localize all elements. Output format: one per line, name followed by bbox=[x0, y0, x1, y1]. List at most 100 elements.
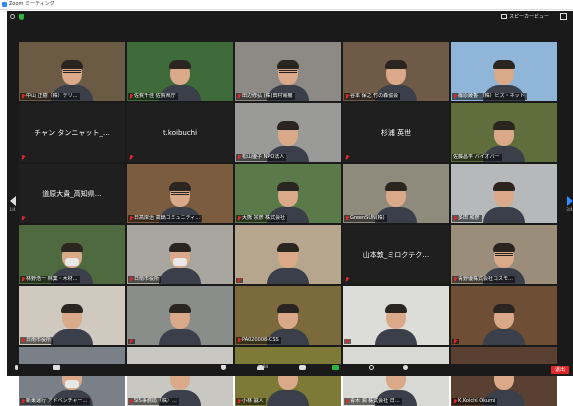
participant-label: 多田 和彦 bbox=[452, 215, 482, 222]
participant-tile[interactable]: 小林 誠人 bbox=[235, 347, 341, 406]
meeting-window: スピーカービュー 1/4 3/4 中山 正樹（株）テリ… 佐賀千佳 佐賀県庁 田辺修… bbox=[7, 11, 573, 406]
speaker-view-label: スピーカービュー bbox=[508, 14, 549, 20]
participant-tile[interactable]: 篠原綾香 （株）ビズ・ネット bbox=[451, 42, 557, 101]
participant-label: GreenSUN(株) bbox=[344, 215, 387, 222]
muted-microphone-icon bbox=[345, 155, 349, 160]
window-titlebar: Zoom ミーティング bbox=[0, 0, 573, 10]
participant-tile[interactable]: 田辺修弘 (株)田村電機 bbox=[235, 42, 341, 101]
participant-label: 日南市役所 bbox=[128, 276, 162, 283]
reactions-button[interactable] bbox=[403, 365, 408, 375]
meeting-info-icon[interactable] bbox=[10, 14, 15, 19]
participant-tile[interactable]: t.koibuchi bbox=[127, 103, 233, 162]
participant-name: 日南市役所 bbox=[134, 276, 160, 282]
muted-microphone-icon bbox=[345, 399, 349, 404]
participant-tile[interactable]: 杉浦 英世 bbox=[343, 103, 449, 162]
participant-tile[interactable]: PA020008-CSS bbox=[235, 286, 341, 345]
participant-name: t.koibuchi bbox=[162, 128, 198, 137]
arrow-right-icon bbox=[566, 196, 573, 206]
previous-page-button[interactable]: 1/4 bbox=[9, 194, 16, 214]
participant-tile[interactable]: 大熊 宗彦 株式会社 bbox=[235, 164, 341, 223]
participant-name: 松山優子 NPO法人 bbox=[242, 154, 285, 160]
record-button[interactable] bbox=[369, 365, 374, 375]
participants-button[interactable]: 84 bbox=[257, 364, 268, 375]
participant-video-person bbox=[267, 243, 309, 284]
participant-name: 日南市役所 bbox=[26, 337, 52, 343]
participant-label: 佐賀千佳 佐賀県庁 bbox=[128, 93, 178, 100]
chat-button[interactable] bbox=[299, 365, 306, 375]
participant-tile[interactable]: 日高岸治 高鍋コミュニティ… bbox=[127, 164, 233, 223]
muted-microphone-icon bbox=[345, 216, 349, 221]
share-screen-button[interactable] bbox=[332, 365, 339, 375]
muted-microphone-icon bbox=[237, 399, 241, 404]
security-button[interactable] bbox=[221, 365, 226, 375]
participant-label bbox=[452, 339, 459, 344]
mute-button[interactable] bbox=[15, 365, 18, 375]
muted-microphone-icon bbox=[129, 277, 133, 282]
participant-tile[interactable]: 多田 和彦 bbox=[451, 164, 557, 223]
participant-tile[interactable]: 日南市役所 bbox=[127, 225, 233, 284]
participant-label bbox=[344, 339, 351, 344]
participant-tile[interactable]: K.Koichi Okumi bbox=[451, 347, 557, 406]
participant-label: K.Koichi Okumi bbox=[452, 398, 498, 405]
participant-label bbox=[128, 339, 135, 344]
participant-name: 田辺修弘 (株)田村電機 bbox=[242, 93, 293, 99]
participant-video-person bbox=[159, 304, 201, 345]
participant-tile[interactable] bbox=[235, 225, 341, 284]
muted-microphone-icon bbox=[453, 216, 457, 221]
muted-microphone-icon bbox=[129, 339, 133, 344]
participant-tile[interactable]: 新東運行 アドベンチャー… bbox=[19, 347, 125, 406]
chat-icon bbox=[299, 365, 306, 370]
muted-microphone-icon bbox=[129, 155, 133, 160]
participant-name: K.Koichi Okumi bbox=[458, 398, 496, 404]
leave-button[interactable]: 退出 bbox=[551, 366, 569, 374]
participant-name: 大熊 宗彦 株式会社 bbox=[242, 215, 286, 221]
window-title: Zoom ミーティング bbox=[9, 1, 55, 7]
encryption-shield-icon[interactable] bbox=[19, 14, 24, 20]
participant-video-person bbox=[483, 304, 525, 345]
participant-name: 青木 潤 株式会社 日… bbox=[350, 398, 400, 404]
participant-tile[interactable] bbox=[343, 286, 449, 345]
muted-microphone-icon bbox=[21, 155, 25, 160]
participant-label: 青木 潤 株式会社 日… bbox=[344, 398, 402, 405]
video-button[interactable] bbox=[53, 365, 60, 375]
participant-tile[interactable]: 谷本 保之 竹の森協会 bbox=[343, 42, 449, 101]
participant-tile[interactable]: 青木 潤 株式会社 日… bbox=[343, 347, 449, 406]
muted-microphone-icon bbox=[237, 278, 241, 283]
meeting-toolbar: 84 退出 bbox=[7, 364, 573, 376]
muted-microphone-icon bbox=[237, 338, 241, 343]
muted-microphone-icon bbox=[129, 94, 133, 99]
participant-tile[interactable]: 佐賀千佳 佐賀県庁 bbox=[127, 42, 233, 101]
participant-label: 篠原綾香 （株）ビズ・ネット bbox=[452, 93, 527, 100]
muted-microphone-icon bbox=[21, 94, 25, 99]
participant-label: 大熊 宗彦 株式会社 bbox=[236, 215, 288, 222]
muted-microphone-icon bbox=[453, 94, 457, 99]
participant-tile[interactable]: チャン タンニャット_… bbox=[19, 103, 125, 162]
participant-name: 谷本 保之 竹の森協会 bbox=[350, 93, 399, 99]
participant-name: 日高岸治 高鍋コミュニティ… bbox=[134, 215, 201, 221]
record-icon bbox=[369, 365, 374, 370]
participant-tile[interactable] bbox=[451, 286, 557, 345]
muted-microphone-icon bbox=[237, 94, 241, 99]
participant-tile[interactable]: 日南市役所 bbox=[19, 286, 125, 345]
participant-label: PA020008-CSS bbox=[236, 337, 281, 344]
microphone-icon bbox=[15, 365, 18, 370]
participant-label: 小林 誠人 bbox=[236, 398, 266, 405]
participant-tile[interactable]: 道原大貴_高知県… bbox=[19, 164, 125, 223]
participant-video-person bbox=[159, 243, 201, 284]
participant-name: チャン タンニャット_… bbox=[34, 128, 110, 137]
participant-tile[interactable]: 青野優株式会社コスモ… bbox=[451, 225, 557, 284]
participant-tile[interactable]: SIS事務局（株）… bbox=[127, 347, 233, 406]
participant-tile[interactable] bbox=[127, 286, 233, 345]
participant-tile[interactable]: GreenSUN(株) bbox=[343, 164, 449, 223]
participant-tile[interactable]: 佐藤昌平 バイオバー bbox=[451, 103, 557, 162]
participant-tile[interactable]: 山本敦_ミロクテク… bbox=[343, 225, 449, 284]
next-page-button[interactable]: 3/4 bbox=[566, 194, 573, 214]
speaker-view-button[interactable]: スピーカービュー bbox=[500, 13, 549, 20]
muted-microphone-icon bbox=[21, 216, 25, 221]
participant-tile[interactable]: 林野浩一 林業・木材… bbox=[19, 225, 125, 284]
participant-tile[interactable]: 中山 正樹（株）テリ… bbox=[19, 42, 125, 101]
fullscreen-icon[interactable] bbox=[560, 13, 567, 20]
participant-name: 新東運行 アドベンチャー… bbox=[26, 398, 88, 404]
participant-name: 佐賀千佳 佐賀県庁 bbox=[134, 93, 176, 99]
participant-tile[interactable]: 松山優子 NPO法人 bbox=[235, 103, 341, 162]
